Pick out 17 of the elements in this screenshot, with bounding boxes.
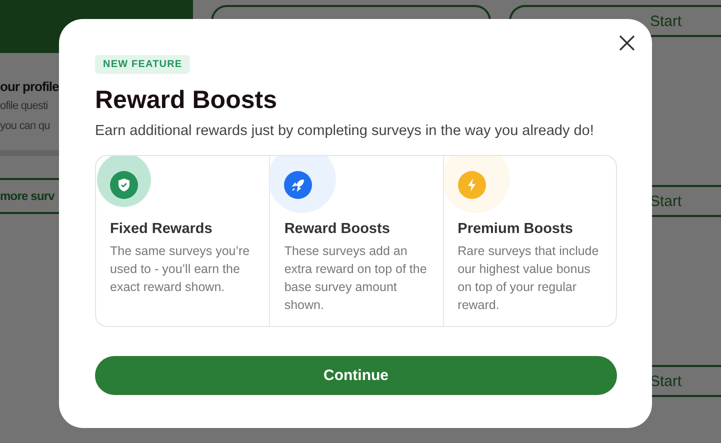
feature-title: Reward Boosts: [284, 221, 391, 237]
continue-button[interactable]: Continue: [95, 356, 617, 395]
close-icon[interactable]: [619, 35, 635, 51]
feature-description: The same surveys you’re used to - you’ll earn the exact reward shown.: [110, 243, 251, 296]
feature-description: Rare surveys that include our highest value bonus on top of your regular reward.: [458, 243, 600, 314]
modal-title: Reward Boosts: [95, 86, 278, 115]
profile-text: you can qu: [0, 119, 50, 134]
rocket-icon: [284, 171, 312, 199]
bolt-icon: [458, 171, 486, 199]
feature-title: Fixed Rewards: [110, 221, 214, 237]
feature-title: Premium Boosts: [458, 221, 574, 237]
new-feature-badge: NEW FEATURE: [95, 55, 190, 74]
shield-icon: [110, 171, 138, 199]
profile-text: ofile questi: [0, 99, 48, 114]
modal-subtitle: Earn additional rewards just by completing surveys in the way you already do!: [95, 123, 595, 139]
feature-description: These surveys add an extra reward on top of the base survey amount shown.: [284, 243, 428, 314]
profile-title: our profile: [0, 79, 59, 94]
